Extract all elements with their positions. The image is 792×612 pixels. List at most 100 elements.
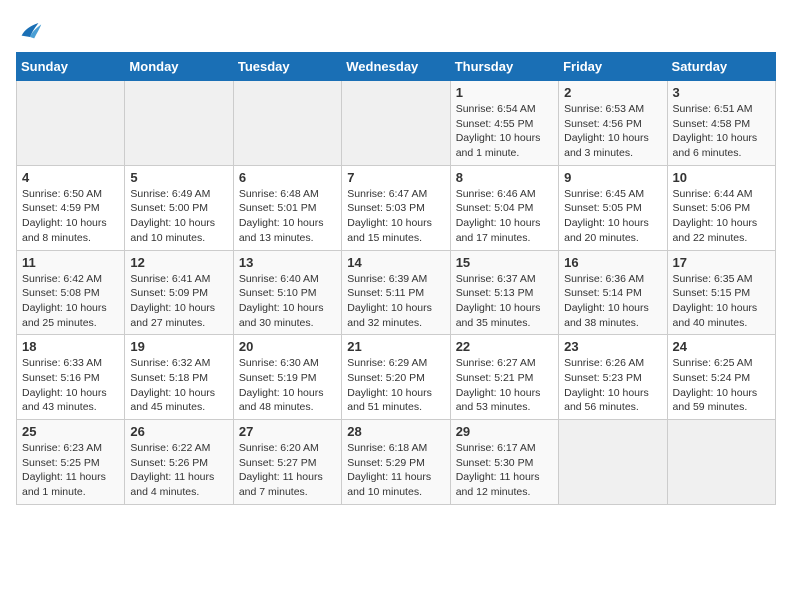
day-info: Sunrise: 6:25 AM Sunset: 5:24 PM Dayligh… bbox=[673, 356, 770, 415]
calendar-cell: 23 Sunrise: 6:26 AM Sunset: 5:23 PM Dayli… bbox=[559, 335, 667, 420]
page-header bbox=[16, 16, 776, 44]
calendar-cell: 11 Sunrise: 6:42 AM Sunset: 5:08 PM Dayli… bbox=[17, 250, 125, 335]
day-number: 21 bbox=[347, 339, 444, 354]
calendar-cell: 21 Sunrise: 6:29 AM Sunset: 5:20 PM Dayli… bbox=[342, 335, 450, 420]
day-number: 24 bbox=[673, 339, 770, 354]
day-number: 23 bbox=[564, 339, 661, 354]
day-info: Sunrise: 6:36 AM Sunset: 5:14 PM Dayligh… bbox=[564, 272, 661, 331]
calendar-week-row: 11 Sunrise: 6:42 AM Sunset: 5:08 PM Dayli… bbox=[17, 250, 776, 335]
day-info: Sunrise: 6:23 AM Sunset: 5:25 PM Dayligh… bbox=[22, 441, 119, 500]
day-info: Sunrise: 6:18 AM Sunset: 5:29 PM Dayligh… bbox=[347, 441, 444, 500]
calendar-table: SundayMondayTuesdayWednesdayThursdayFrid… bbox=[16, 52, 776, 505]
day-info: Sunrise: 6:29 AM Sunset: 5:20 PM Dayligh… bbox=[347, 356, 444, 415]
day-info: Sunrise: 6:46 AM Sunset: 5:04 PM Dayligh… bbox=[456, 187, 553, 246]
day-info: Sunrise: 6:37 AM Sunset: 5:13 PM Dayligh… bbox=[456, 272, 553, 331]
calendar-cell: 19 Sunrise: 6:32 AM Sunset: 5:18 PM Dayli… bbox=[125, 335, 233, 420]
calendar-cell: 3Sunrise: 6:51 AM Sunset: 4:58 PM Daylig… bbox=[667, 81, 775, 166]
calendar-day-header: Thursday bbox=[450, 53, 558, 81]
day-number: 6 bbox=[239, 170, 336, 185]
day-info: Sunrise: 6:27 AM Sunset: 5:21 PM Dayligh… bbox=[456, 356, 553, 415]
day-number: 11 bbox=[22, 255, 119, 270]
day-info: Sunrise: 6:26 AM Sunset: 5:23 PM Dayligh… bbox=[564, 356, 661, 415]
calendar-cell: 8 Sunrise: 6:46 AM Sunset: 5:04 PM Daylig… bbox=[450, 165, 558, 250]
day-info: Sunrise: 6:17 AM Sunset: 5:30 PM Dayligh… bbox=[456, 441, 553, 500]
calendar-cell: 28Sunrise: 6:18 AM Sunset: 5:29 PM Dayli… bbox=[342, 420, 450, 505]
calendar-day-header: Saturday bbox=[667, 53, 775, 81]
day-number: 10 bbox=[673, 170, 770, 185]
day-number: 16 bbox=[564, 255, 661, 270]
calendar-cell bbox=[125, 81, 233, 166]
day-info: Sunrise: 6:45 AM Sunset: 5:05 PM Dayligh… bbox=[564, 187, 661, 246]
calendar-day-header: Tuesday bbox=[233, 53, 341, 81]
day-info: Sunrise: 6:33 AM Sunset: 5:16 PM Dayligh… bbox=[22, 356, 119, 415]
day-number: 20 bbox=[239, 339, 336, 354]
calendar-cell: 14 Sunrise: 6:39 AM Sunset: 5:11 PM Dayli… bbox=[342, 250, 450, 335]
day-number: 1 bbox=[456, 85, 553, 100]
calendar-cell: 16 Sunrise: 6:36 AM Sunset: 5:14 PM Dayli… bbox=[559, 250, 667, 335]
calendar-cell: 22 Sunrise: 6:27 AM Sunset: 5:21 PM Dayli… bbox=[450, 335, 558, 420]
calendar-day-header: Friday bbox=[559, 53, 667, 81]
day-number: 22 bbox=[456, 339, 553, 354]
day-info: Sunrise: 6:39 AM Sunset: 5:11 PM Dayligh… bbox=[347, 272, 444, 331]
day-number: 8 bbox=[456, 170, 553, 185]
day-number: 7 bbox=[347, 170, 444, 185]
day-info: Sunrise: 6:40 AM Sunset: 5:10 PM Dayligh… bbox=[239, 272, 336, 331]
day-info: Sunrise: 6:44 AM Sunset: 5:06 PM Dayligh… bbox=[673, 187, 770, 246]
calendar-cell: 27 Sunrise: 6:20 AM Sunset: 5:27 PM Dayli… bbox=[233, 420, 341, 505]
day-number: 4 bbox=[22, 170, 119, 185]
day-info: Sunrise: 6:48 AM Sunset: 5:01 PM Dayligh… bbox=[239, 187, 336, 246]
day-number: 13 bbox=[239, 255, 336, 270]
day-number: 29 bbox=[456, 424, 553, 439]
day-info: Sunrise: 6:20 AM Sunset: 5:27 PM Dayligh… bbox=[239, 441, 336, 500]
day-info: Sunrise: 6:47 AM Sunset: 5:03 PM Dayligh… bbox=[347, 187, 444, 246]
day-number: 18 bbox=[22, 339, 119, 354]
calendar-week-row: 4Sunrise: 6:50 AM Sunset: 4:59 PM Daylig… bbox=[17, 165, 776, 250]
calendar-cell: 29 Sunrise: 6:17 AM Sunset: 5:30 PM Dayli… bbox=[450, 420, 558, 505]
calendar-cell bbox=[559, 420, 667, 505]
calendar-cell: 13 Sunrise: 6:40 AM Sunset: 5:10 PM Dayli… bbox=[233, 250, 341, 335]
day-number: 19 bbox=[130, 339, 227, 354]
day-number: 12 bbox=[130, 255, 227, 270]
day-number: 2 bbox=[564, 85, 661, 100]
calendar-cell: 20Sunrise: 6:30 AM Sunset: 5:19 PM Dayli… bbox=[233, 335, 341, 420]
logo-bird-icon bbox=[16, 16, 44, 44]
calendar-cell: 7 Sunrise: 6:47 AM Sunset: 5:03 PM Daylig… bbox=[342, 165, 450, 250]
calendar-cell: 2 Sunrise: 6:53 AM Sunset: 4:56 PM Daylig… bbox=[559, 81, 667, 166]
day-number: 3 bbox=[673, 85, 770, 100]
calendar-day-header: Monday bbox=[125, 53, 233, 81]
day-number: 9 bbox=[564, 170, 661, 185]
day-number: 5 bbox=[130, 170, 227, 185]
day-number: 14 bbox=[347, 255, 444, 270]
day-number: 26 bbox=[130, 424, 227, 439]
calendar-day-header: Wednesday bbox=[342, 53, 450, 81]
calendar-cell: 12 Sunrise: 6:41 AM Sunset: 5:09 PM Dayli… bbox=[125, 250, 233, 335]
calendar-cell bbox=[17, 81, 125, 166]
day-info: Sunrise: 6:49 AM Sunset: 5:00 PM Dayligh… bbox=[130, 187, 227, 246]
calendar-cell: 5 Sunrise: 6:49 AM Sunset: 5:00 PM Daylig… bbox=[125, 165, 233, 250]
day-number: 17 bbox=[673, 255, 770, 270]
calendar-week-row: 25 Sunrise: 6:23 AM Sunset: 5:25 PM Dayli… bbox=[17, 420, 776, 505]
day-info: Sunrise: 6:42 AM Sunset: 5:08 PM Dayligh… bbox=[22, 272, 119, 331]
calendar-day-header: Sunday bbox=[17, 53, 125, 81]
day-info: Sunrise: 6:41 AM Sunset: 5:09 PM Dayligh… bbox=[130, 272, 227, 331]
day-info: Sunrise: 6:35 AM Sunset: 5:15 PM Dayligh… bbox=[673, 272, 770, 331]
calendar-cell: 17 Sunrise: 6:35 AM Sunset: 5:15 PM Dayli… bbox=[667, 250, 775, 335]
day-number: 15 bbox=[456, 255, 553, 270]
calendar-cell bbox=[667, 420, 775, 505]
calendar-cell: 4Sunrise: 6:50 AM Sunset: 4:59 PM Daylig… bbox=[17, 165, 125, 250]
day-number: 27 bbox=[239, 424, 336, 439]
calendar-cell: 10 Sunrise: 6:44 AM Sunset: 5:06 PM Dayli… bbox=[667, 165, 775, 250]
calendar-cell: 26Sunrise: 6:22 AM Sunset: 5:26 PM Dayli… bbox=[125, 420, 233, 505]
day-info: Sunrise: 6:53 AM Sunset: 4:56 PM Dayligh… bbox=[564, 102, 661, 161]
calendar-cell bbox=[233, 81, 341, 166]
calendar-cell: 9 Sunrise: 6:45 AM Sunset: 5:05 PM Daylig… bbox=[559, 165, 667, 250]
day-info: Sunrise: 6:32 AM Sunset: 5:18 PM Dayligh… bbox=[130, 356, 227, 415]
calendar-header-row: SundayMondayTuesdayWednesdayThursdayFrid… bbox=[17, 53, 776, 81]
calendar-cell: 25 Sunrise: 6:23 AM Sunset: 5:25 PM Dayli… bbox=[17, 420, 125, 505]
day-info: Sunrise: 6:54 AM Sunset: 4:55 PM Dayligh… bbox=[456, 102, 553, 161]
calendar-cell: 1 Sunrise: 6:54 AM Sunset: 4:55 PM Daylig… bbox=[450, 81, 558, 166]
calendar-cell: 15 Sunrise: 6:37 AM Sunset: 5:13 PM Dayli… bbox=[450, 250, 558, 335]
day-number: 25 bbox=[22, 424, 119, 439]
calendar-cell: 6 Sunrise: 6:48 AM Sunset: 5:01 PM Daylig… bbox=[233, 165, 341, 250]
calendar-week-row: 1 Sunrise: 6:54 AM Sunset: 4:55 PM Daylig… bbox=[17, 81, 776, 166]
